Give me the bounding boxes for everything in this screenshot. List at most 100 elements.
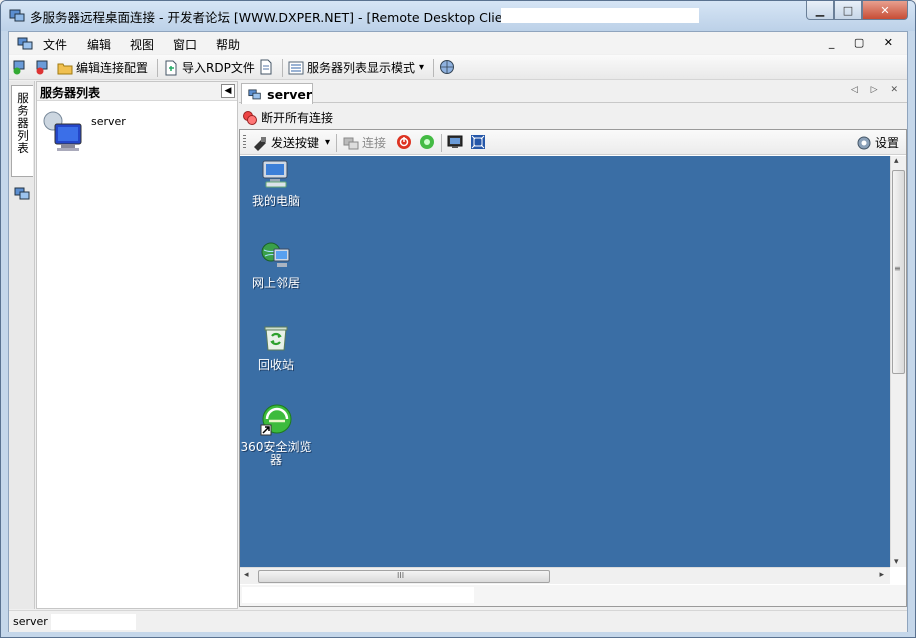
app-window: 多服务器远程桌面连接 - 开发者论坛 [WWW.DXPER.NET] - [Re… [0,0,916,638]
toolbar-separator [336,134,337,152]
remote-desktop-icon [248,89,261,100]
scroll-right-icon[interactable]: ▸ [879,570,884,580]
tab-navigation-buttons[interactable]: ◁ ▷ ✕ [851,85,903,95]
collapse-panel-button[interactable]: ◀ [221,84,235,98]
fit-window-button[interactable] [470,134,489,150]
minimize-button[interactable]: ▁ [806,1,834,20]
toolbar-separator [433,59,434,77]
remove-server-button[interactable] [35,59,54,75]
session-status-text [242,587,474,603]
tab-server-list[interactable]: 服务器列表 [11,85,33,177]
vertical-scrollbar[interactable]: ▴ ≡ ▾ [890,156,906,567]
status-bar: server - [9,610,907,632]
gear-icon [857,136,871,149]
add-server-icon [13,60,25,75]
document-icon [260,59,272,75]
toolbar-grip[interactable] [243,135,246,149]
grip-icon: III [397,571,405,580]
side-tab-strip: 服务器列表 [9,81,35,609]
list-view-icon [288,61,304,74]
session-status-bar [240,585,906,606]
desktop-icon-label: 360安全浏览器 [240,440,312,467]
status-redacted-area [51,614,136,630]
fit-screen-icon [471,135,485,149]
maximize-button[interactable]: □ [834,1,862,20]
stop-button[interactable] [396,134,415,150]
connect-button[interactable]: 连接 [343,134,386,151]
list-mode-dropdown[interactable]: 服务器列表显示模式 ▾ [288,59,424,76]
grip-icon: ≡ [894,264,901,273]
settings-label: 设置 [875,136,900,150]
desktop-icon-label: 回收站 [257,358,294,372]
send-keys-dropdown[interactable]: 发送按键 ▾ [252,134,330,151]
status-text: server - [13,615,56,628]
network-places-icon [261,242,290,267]
desktop-icon-360-browser[interactable]: 360安全浏览器 [240,404,312,467]
title-redacted-area [501,8,699,23]
refresh-button[interactable] [439,59,458,75]
panel-title: 服务器列表 [40,86,101,100]
main-toolbar: 编辑连接配置 导入RDP文件 服务器列表显示模式 ▾ [9,55,907,80]
toolbar-separator [441,134,442,152]
minimize-icon: ▁ [815,3,825,17]
maximize-icon: □ [842,3,854,17]
tab-server-label: server [267,86,312,102]
recycle-bin-icon [264,326,288,351]
desktop-icon-network-places[interactable]: 网上邻居 [240,240,312,290]
desktop-icon-label: 网上邻居 [251,276,300,290]
menu-window[interactable]: 窗口 [173,36,197,53]
scroll-down-icon[interactable]: ▾ [894,557,899,567]
menu-file[interactable]: 文件 [43,36,67,53]
green-gear-icon [420,135,434,149]
disconnect-all-button[interactable]: 断开所有连接 [242,109,333,126]
horizontal-scroll-thumb[interactable]: III [258,570,550,583]
vertical-scroll-thumb[interactable]: ≡ [892,170,905,374]
fullscreen-button[interactable] [447,134,466,150]
scroll-up-icon[interactable]: ▴ [894,156,899,166]
menu-help[interactable]: 帮助 [216,36,240,53]
collapse-left-icon: ◀ [224,86,232,96]
import-rdp-label: 导入RDP文件 [182,61,255,75]
toolbar-separator [157,59,158,77]
mdi-child-icon[interactable] [17,35,33,51]
client-area: 文件 编辑 视图 窗口 帮助 _ ▢ ✕ 编辑连接配置 导入RDP文件 服务器列… [8,31,908,632]
remote-session-frame: 发送按键 ▾ 连接 设置 我的电脑 网上邻居 回收站 360安全浏览器 ▴ ≡ … [239,129,907,607]
settings-button[interactable]: 设置 [856,134,899,151]
remote-desktop-view[interactable]: 我的电脑 网上邻居 回收站 360安全浏览器 [240,156,890,567]
tab-server[interactable]: server [241,83,313,104]
connect-icon [343,137,359,149]
menu-view[interactable]: 视图 [130,36,154,53]
edit-config-button[interactable]: 编辑连接配置 [57,59,148,76]
desktop-icon-recycle-bin[interactable]: 回收站 [240,322,312,372]
scroll-left-icon[interactable]: ◂ [244,570,249,580]
menu-edit[interactable]: 编辑 [87,36,111,53]
close-button[interactable]: ✕ [862,1,908,20]
disconnect-all-label: 断开所有连接 [261,111,334,125]
export-button[interactable] [258,59,277,75]
ctrl-alt-del-button[interactable] [419,134,438,150]
toolbar-separator [282,59,283,77]
title-bar[interactable]: 多服务器远程桌面连接 - 开发者论坛 [WWW.DXPER.NET] - [Re… [1,1,915,31]
mdi-window-controls[interactable]: _ ▢ ✕ [829,36,901,49]
server-computer-icon[interactable] [41,110,85,154]
menu-bar: 文件 编辑 视图 窗口 帮助 _ ▢ ✕ [9,32,907,54]
session-toolbar: 发送按键 ▾ 连接 设置 [240,130,906,155]
desktop-icon-label: 我的电脑 [251,194,300,208]
remote-desktop-icon[interactable] [14,185,30,201]
add-server-button[interactable] [12,59,31,75]
connect-label: 连接 [362,136,387,150]
import-rdp-button[interactable]: 导入RDP文件 [163,59,255,76]
disconnect-bar: 断开所有连接 [239,105,907,127]
app-icon [9,9,25,22]
server-item-label[interactable]: server [91,115,126,128]
send-keys-label: 发送按键 [271,136,320,150]
desktop-icon-my-computer[interactable]: 我的电脑 [240,158,312,208]
monitor-icon [447,135,463,148]
remove-server-icon [36,60,48,75]
chevron-down-icon: ▾ [325,137,331,148]
chevron-down-icon: ▾ [419,62,425,73]
edit-config-label: 编辑连接配置 [76,61,149,75]
horizontal-scrollbar[interactable]: ◂ III ▸ [240,567,890,584]
power-off-icon [397,135,411,149]
server-list-panel: 服务器列表 ◀ server [36,81,238,609]
